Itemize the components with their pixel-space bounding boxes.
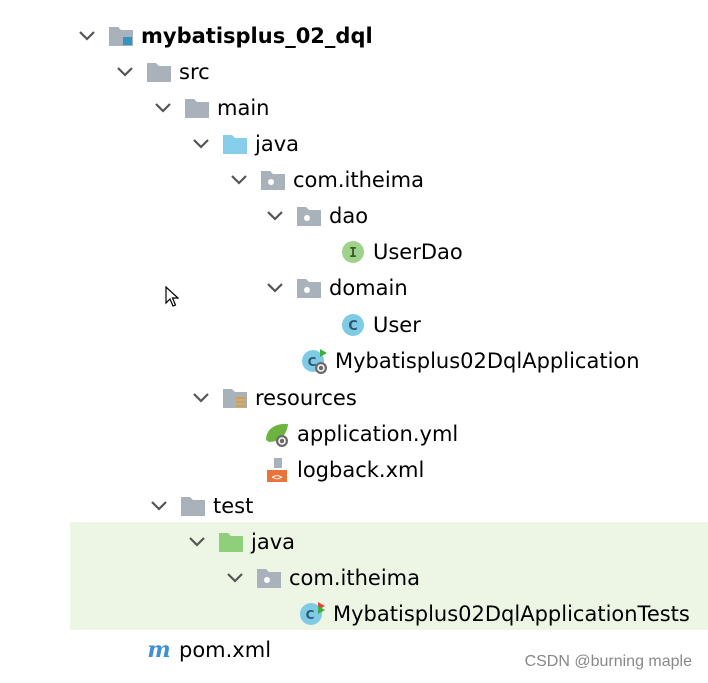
- tree-node-main-java[interactable]: java: [188, 126, 299, 162]
- spring-boot-class-icon: C: [300, 348, 330, 374]
- tree-node-label: Mybatisplus02DqlApplication: [335, 349, 640, 373]
- tree-node-application[interactable]: C Mybatisplus02DqlApplication: [268, 343, 640, 379]
- interface-icon: I: [338, 239, 368, 265]
- tree-node-label: User: [373, 313, 421, 337]
- tree-node-label: UserDao: [373, 240, 463, 264]
- tree-node-label: java: [255, 132, 299, 156]
- tree-node-label: src: [179, 60, 210, 84]
- tree-node-dao[interactable]: dao: [262, 198, 368, 234]
- tree-node-label: resources: [255, 386, 357, 410]
- tree-node-label: test: [213, 494, 254, 518]
- watermark: CSDN @burning maple: [524, 653, 692, 670]
- module-folder-icon: [106, 23, 136, 49]
- tree-node-application-tests[interactable]: C Mybatisplus02DqlApplicationTests: [266, 596, 690, 632]
- svg-text:m: m: [147, 637, 170, 663]
- chevron-down-icon[interactable]: [262, 203, 288, 229]
- tree-node-resources[interactable]: resources: [188, 380, 357, 416]
- tree-node-userdao[interactable]: I UserDao: [306, 234, 463, 270]
- tree-node-user[interactable]: C User: [306, 307, 421, 343]
- tree-node-label: main: [217, 96, 270, 120]
- tree-node-label: pom.xml: [179, 638, 272, 662]
- tree-node-label: mybatisplus_02_dql: [141, 24, 373, 48]
- tree-node-logback-xml[interactable]: <> logback.xml: [230, 452, 424, 488]
- maven-icon: m: [144, 637, 174, 663]
- tree-node-domain[interactable]: domain: [262, 270, 408, 306]
- tree-node-label: com.itheima: [289, 566, 420, 590]
- chevron-down-icon[interactable]: [74, 23, 100, 49]
- chevron-down-icon[interactable]: [262, 275, 288, 301]
- tree-node-pom-xml[interactable]: m pom.xml: [112, 632, 271, 668]
- package-icon: [254, 565, 284, 591]
- tree-node-application-yml[interactable]: application.yml: [230, 416, 458, 452]
- class-icon: C: [338, 312, 368, 338]
- tree-node-test[interactable]: test: [146, 488, 253, 524]
- svg-text:I: I: [349, 246, 357, 261]
- xml-file-icon: <>: [262, 457, 292, 483]
- chevron-down-icon[interactable]: [188, 131, 214, 157]
- tree-node-main[interactable]: main: [150, 90, 269, 126]
- svg-text:C: C: [306, 608, 315, 622]
- resources-folder-icon: [220, 385, 250, 411]
- chevron-down-icon[interactable]: [150, 95, 176, 121]
- tree-node-src[interactable]: src: [112, 54, 210, 90]
- tree-node-label: com.itheima: [293, 168, 424, 192]
- svg-text:C: C: [348, 319, 358, 334]
- folder-icon: [178, 493, 208, 519]
- tree-node-root[interactable]: mybatisplus_02_dql: [74, 18, 373, 54]
- chevron-down-icon[interactable]: [188, 385, 214, 411]
- folder-icon: [144, 59, 174, 85]
- tree-node-test-package[interactable]: com.itheima: [222, 560, 420, 596]
- source-folder-icon: [220, 131, 250, 157]
- package-icon: [294, 275, 324, 301]
- package-icon: [294, 203, 324, 229]
- test-source-folder-icon: [216, 529, 246, 555]
- chevron-down-icon[interactable]: [222, 565, 248, 591]
- tree-node-label: domain: [329, 276, 408, 300]
- tree-node-label: logback.xml: [297, 458, 425, 482]
- chevron-down-icon[interactable]: [112, 59, 138, 85]
- tree-node-label: java: [251, 530, 295, 554]
- spring-config-icon: [262, 421, 292, 447]
- svg-text:<>: <>: [272, 473, 283, 483]
- chevron-down-icon[interactable]: [146, 493, 172, 519]
- mouse-cursor-icon: [165, 285, 180, 312]
- package-icon: [258, 167, 288, 193]
- tree-node-label: dao: [329, 204, 369, 228]
- tree-node-test-java[interactable]: java: [184, 524, 295, 560]
- tree-node-label: Mybatisplus02DqlApplicationTests: [333, 602, 690, 626]
- chevron-down-icon[interactable]: [226, 167, 252, 193]
- test-class-icon: C: [298, 601, 328, 627]
- chevron-down-icon[interactable]: [184, 529, 210, 555]
- tree-node-main-package[interactable]: com.itheima: [226, 162, 424, 198]
- folder-icon: [182, 95, 212, 121]
- tree-node-label: application.yml: [297, 422, 459, 446]
